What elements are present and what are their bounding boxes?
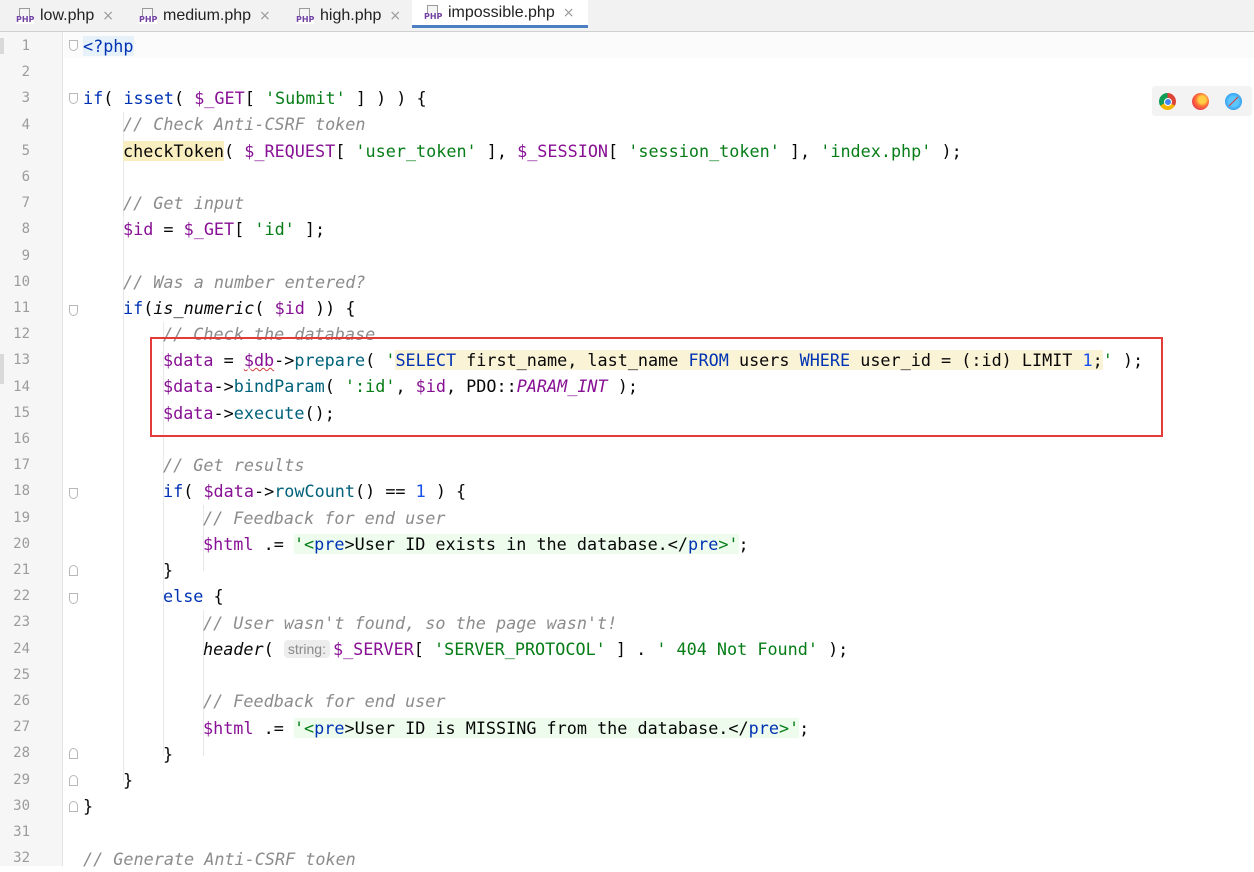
code-line-26: // Feedback for end user [203,691,446,711]
parameter-hint: string: [283,640,330,658]
fold-marker[interactable] [69,40,78,51]
line-number: 7 [21,195,30,212]
code-line-24: header( string: $_SERVER[ 'SERVER_PROTOCO… [203,639,849,659]
line-number: 22 [13,588,30,605]
tab-label: low.php [40,6,95,24]
code-line-3: if( isset( $_GET[ 'Submit' ] ) ) { [83,88,427,108]
line-number: 23 [13,614,30,631]
line-number: 21 [13,562,30,578]
close-icon[interactable]: × [102,8,114,24]
close-icon[interactable]: × [259,8,271,24]
php-file-icon: PHP [296,7,315,24]
editor-tab-bar: PHP low.php × PHP medium.php × PHP high.… [0,0,1254,32]
code-line-29: } [123,770,134,790]
line-number: 18 [13,483,30,500]
close-icon[interactable]: × [389,8,401,24]
current-line-highlight [64,32,1254,58]
code-line-28: } [163,744,174,764]
tab-label: impossible.php [448,3,555,21]
highlight-box [150,337,1163,437]
code-line-20: $html .= '<pre>User ID exists in the dat… [203,534,749,554]
firefox-icon[interactable] [1192,93,1209,110]
code-line-27: $html .= '<pre>User ID is MISSING from t… [203,718,810,738]
code-line-22: else { [163,586,224,606]
code-line-19: // Feedback for end user [203,508,446,528]
browser-preview-toolbar [1152,86,1252,116]
line-number: 19 [13,509,30,526]
code-line-30: } [83,796,94,816]
line-number: 26 [13,693,30,709]
code-line-5: checkToken( $_REQUEST[ 'user_token' ], $… [123,141,962,161]
code-line-11: if(is_numeric( $id )) { [123,298,356,318]
line-number: 27 [13,719,30,736]
tab-impossible-php[interactable]: PHP impossible.php × [412,0,588,28]
close-icon[interactable]: × [563,5,575,21]
tab-low-php[interactable]: PHP low.php × [16,0,114,31]
line-number: 20 [13,535,30,552]
code-line-18: if( $data->rowCount() == 1 ) { [163,481,467,501]
fold-marker[interactable] [69,593,78,604]
code-line-1: <?php [83,36,134,56]
php-file-icon: PHP [424,4,443,21]
line-number: 1 [21,38,30,54]
line-number: 28 [13,745,30,762]
fold-marker[interactable] [69,775,78,786]
line-number: 10 [13,273,30,290]
line-number: 16 [13,431,30,447]
line-number: 8 [21,221,30,238]
chrome-icon[interactable] [1159,93,1176,110]
fold-marker[interactable] [69,488,78,499]
code-line-8: $id = $_GET[ 'id' ]; [123,219,326,239]
fold-marker[interactable] [69,748,78,759]
line-number: 32 [13,850,30,867]
line-number: 31 [13,824,30,840]
safari-icon[interactable] [1225,93,1242,110]
line-number: 5 [21,142,30,159]
php-file-icon: PHP [16,7,35,24]
line-number: 29 [13,771,30,788]
php-file-icon: PHP [139,7,158,24]
tab-label: medium.php [163,6,252,24]
line-number: 14 [13,378,30,395]
fold-marker[interactable] [69,305,78,316]
line-number: 30 [13,797,30,814]
tab-label: high.php [320,6,382,24]
code-line-4: // Check Anti-CSRF token [123,114,366,134]
code-line-32: // Generate Anti-CSRF token [83,849,356,869]
line-number: 9 [21,247,30,264]
code-line-21: } [163,560,174,580]
line-number: 2 [21,64,30,81]
line-number: 15 [13,404,30,421]
tab-high-php[interactable]: PHP high.php × [296,0,401,31]
line-number: 17 [13,457,30,474]
line-number: 24 [13,640,30,657]
fold-marker[interactable] [69,93,78,104]
line-number: 25 [13,666,30,683]
fold-marker[interactable] [69,565,78,576]
line-number: 4 [21,116,30,133]
fold-marker[interactable] [69,801,78,812]
code-line-17: // Get results [163,455,305,475]
line-number: 12 [13,326,30,343]
line-number: 11 [13,300,30,316]
line-number: 3 [21,90,30,107]
tab-medium-php[interactable]: PHP medium.php × [139,0,271,31]
code-line-7: // Get input [123,193,245,213]
line-number: 6 [21,169,30,185]
line-number: 13 [13,352,30,369]
code-line-23: // User wasn't found, so the page wasn't… [203,613,618,633]
code-line-10: // Was a number entered? [123,272,366,292]
